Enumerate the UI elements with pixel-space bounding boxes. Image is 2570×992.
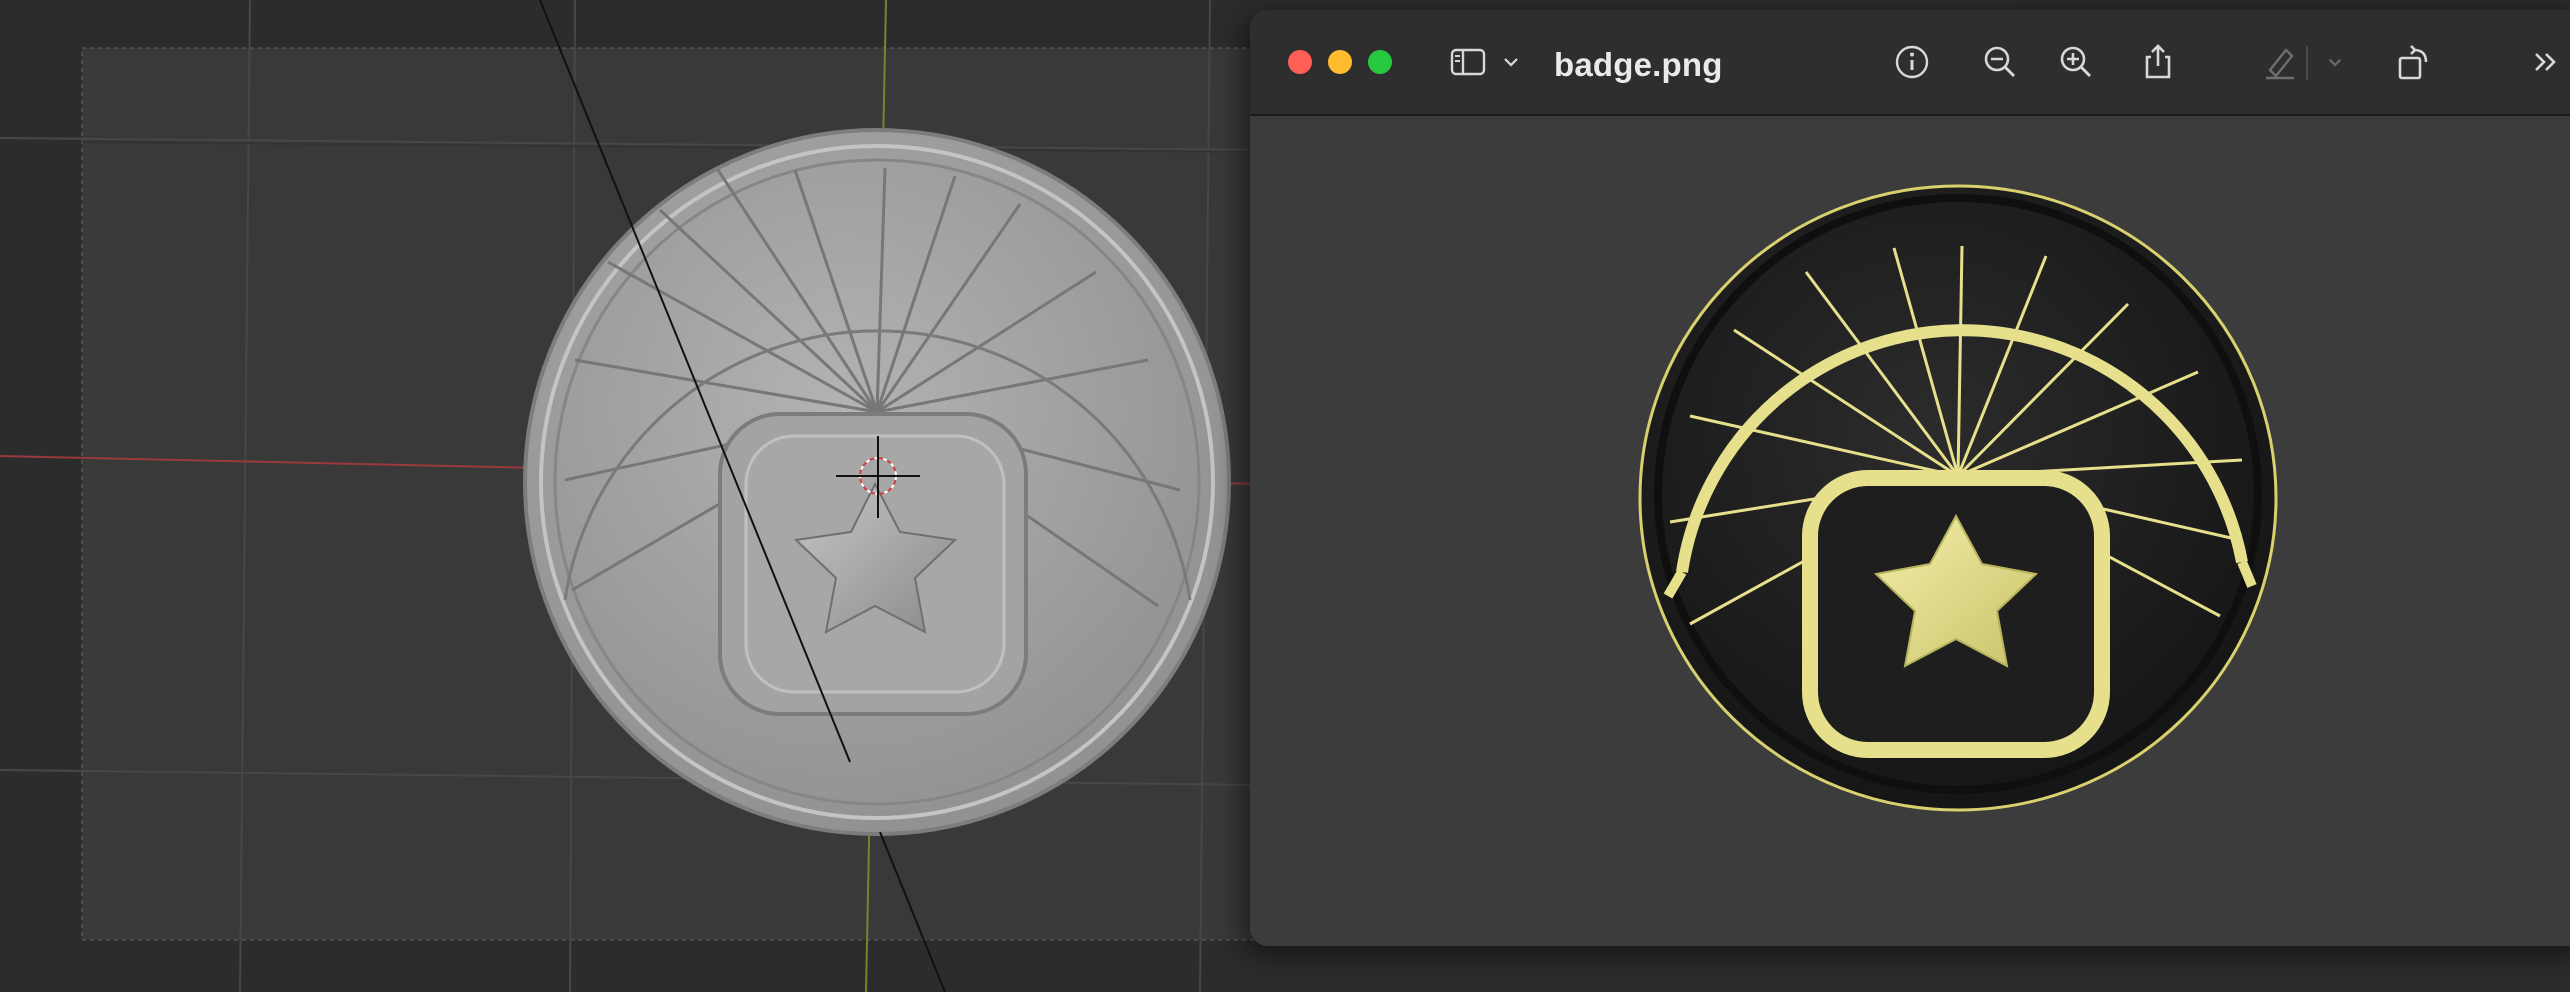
- minimize-window-button[interactable]: [1328, 50, 1352, 74]
- info-icon[interactable]: [1890, 40, 1934, 84]
- background-window-strip: [2010, 0, 2570, 10]
- rendered-badge-image: [1638, 184, 2278, 812]
- more-chevrons-icon[interactable]: [2524, 40, 2568, 84]
- zoom-in-icon[interactable]: [2054, 40, 2098, 84]
- zoom-out-icon[interactable]: [1978, 40, 2022, 84]
- chevron-down-icon[interactable]: [1496, 40, 1526, 84]
- rotate-icon[interactable]: [2392, 40, 2436, 84]
- markup-pen-icon[interactable]: [2258, 40, 2302, 84]
- sidebar-toggle-icon[interactable]: [1446, 40, 1490, 84]
- image-canvas[interactable]: [1250, 116, 2570, 946]
- window-titlebar[interactable]: badge.png: [1250, 10, 2570, 116]
- markup-chevron-icon[interactable]: [2320, 40, 2350, 84]
- gold-badge: [1638, 184, 2278, 812]
- close-window-button[interactable]: [1288, 50, 1312, 74]
- share-icon[interactable]: [2136, 40, 2180, 84]
- preview-window[interactable]: badge.png: [1250, 10, 2570, 946]
- window-title: badge.png: [1554, 46, 1723, 83]
- zoom-window-button[interactable]: [1368, 50, 1392, 74]
- toolbar-divider: [2306, 46, 2308, 80]
